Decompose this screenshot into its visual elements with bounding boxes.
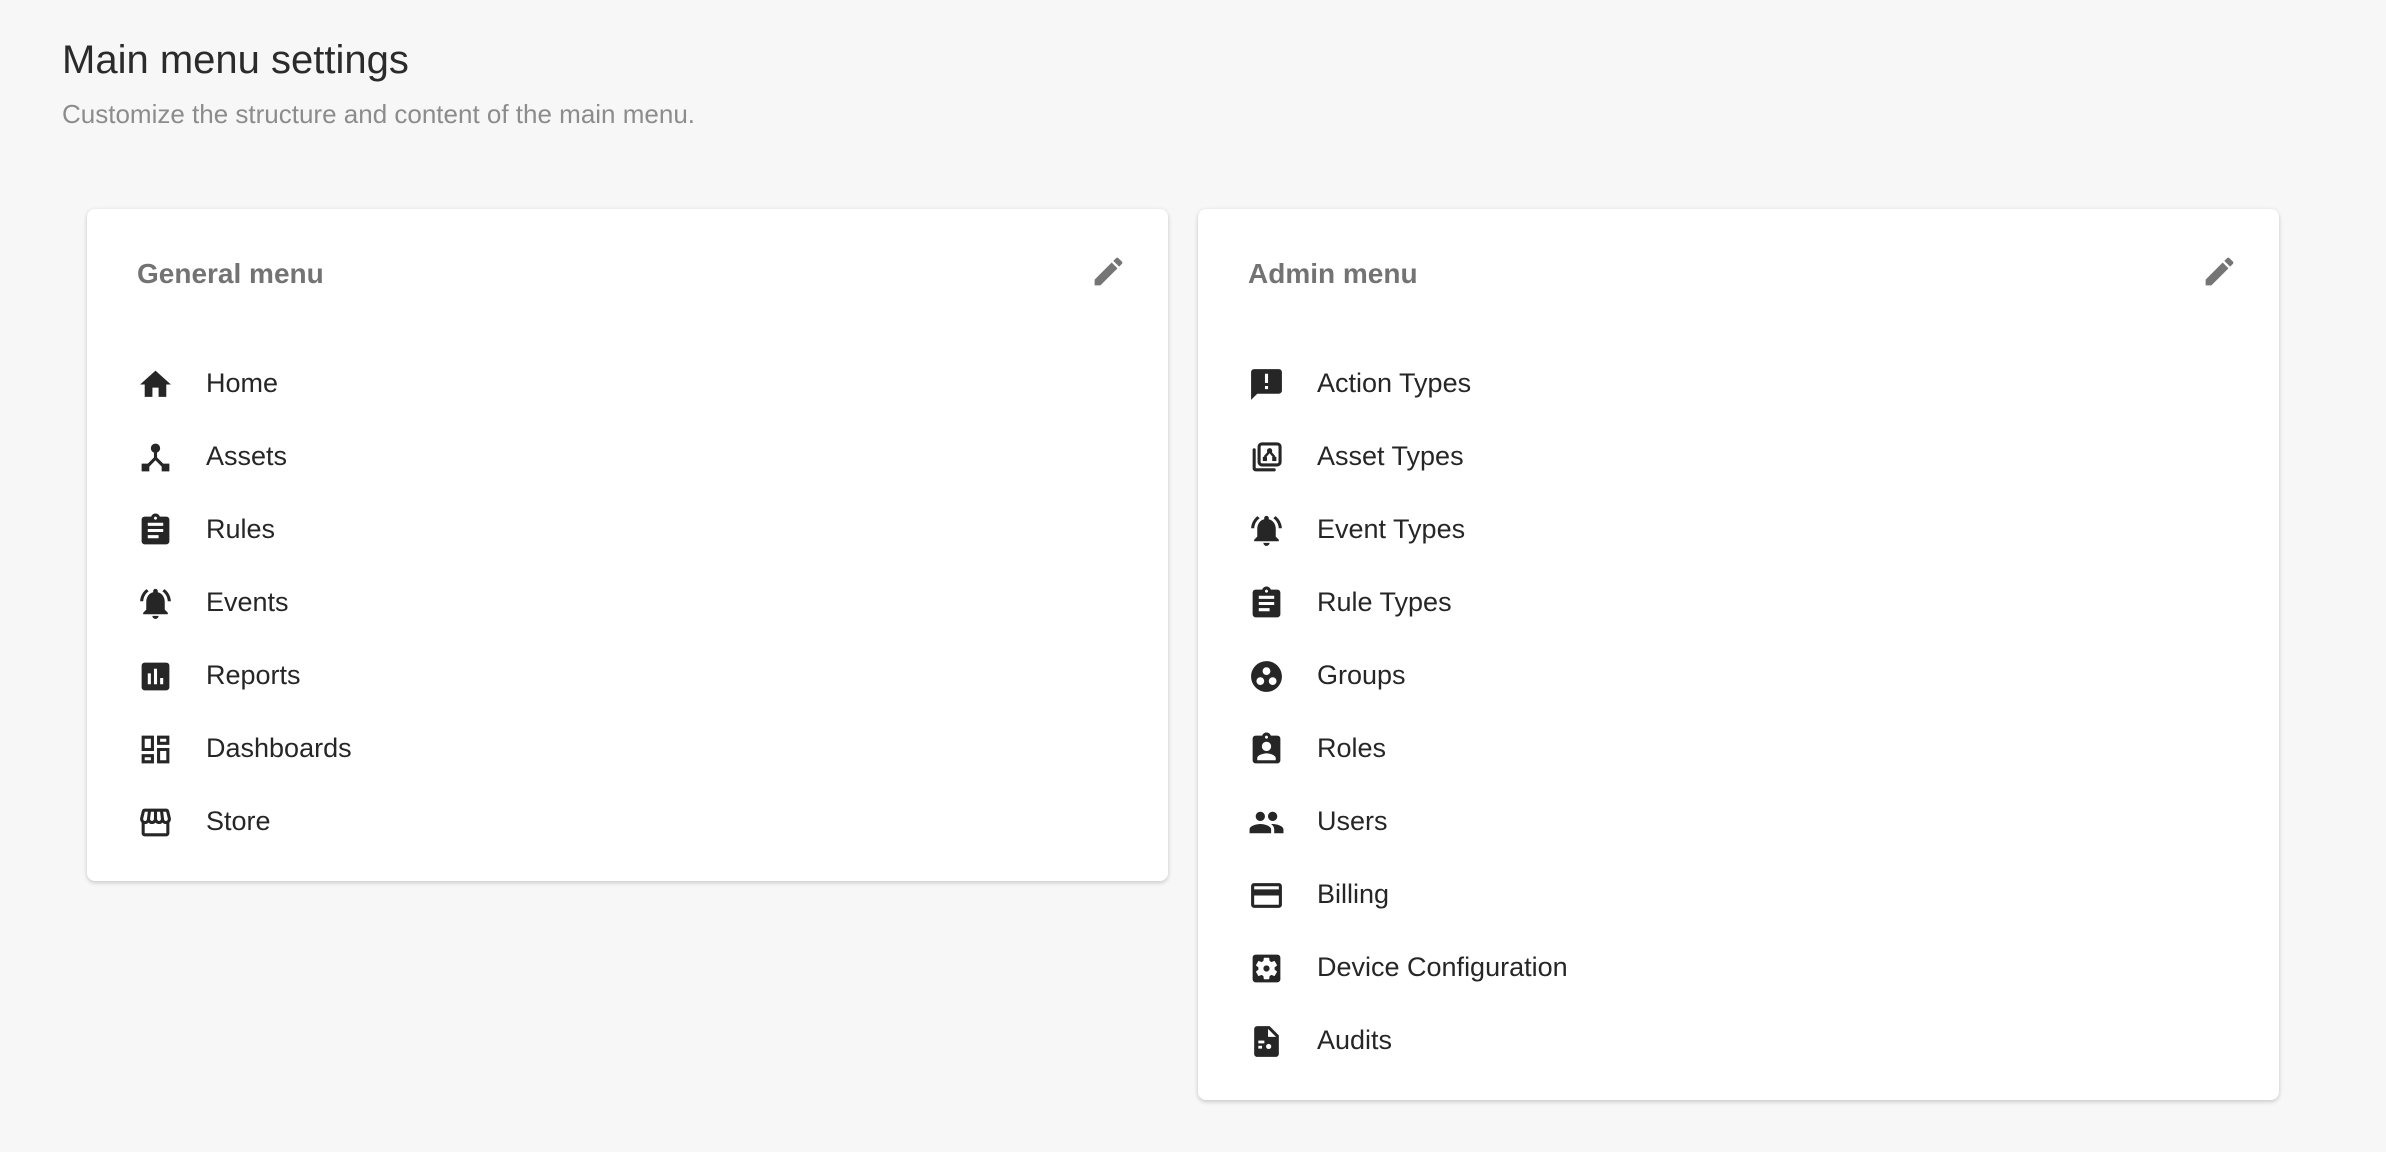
menu-item-events: Events — [137, 567, 1127, 640]
home-icon — [137, 366, 174, 403]
page-header: Main menu settings Customize the structu… — [62, 36, 2386, 131]
badge-person-icon — [1248, 731, 1285, 768]
menu-item-audits: Audits — [1248, 1005, 2238, 1078]
admin-menu-card: Admin menu Action Types Asset Types Event … — [1198, 209, 2279, 1100]
menu-item-label: Action Types — [1317, 370, 1471, 399]
notifications-bell-icon — [137, 585, 174, 622]
admin-menu-list: Action Types Asset Types Event Types Rule T… — [1248, 348, 2238, 1078]
menu-item-label: Store — [206, 808, 271, 837]
menu-item-label: Events — [206, 589, 289, 618]
menu-item-store: Store — [137, 786, 1127, 859]
menu-item-users: Users — [1248, 786, 2238, 859]
menu-item-label: Users — [1317, 808, 1388, 837]
document-search-icon — [1248, 1023, 1285, 1060]
assignment-clipboard-icon — [137, 512, 174, 549]
bar-chart-icon — [137, 658, 174, 695]
menu-item-action-types: Action Types — [1248, 348, 2238, 421]
device-hub-icon — [137, 439, 174, 476]
menu-item-rule-types: Rule Types — [1248, 567, 2238, 640]
menu-cards-row: General menu Home Assets Rules Events Report… — [87, 209, 2386, 1100]
group-work-icon — [1248, 658, 1285, 695]
menu-item-home: Home — [137, 348, 1127, 421]
menu-item-label: Device Configuration — [1317, 954, 1568, 983]
menu-item-label: Asset Types — [1317, 443, 1464, 472]
menu-item-event-types: Event Types — [1248, 494, 2238, 567]
general-menu-card-header: General menu — [137, 257, 1127, 290]
menu-item-label: Assets — [206, 443, 287, 472]
menu-item-groups: Groups — [1248, 640, 2238, 713]
menu-item-label: Rules — [206, 516, 275, 545]
menu-item-label: Billing — [1317, 881, 1389, 910]
credit-card-icon — [1248, 877, 1285, 914]
general-menu-title: General menu — [137, 257, 324, 290]
menu-item-assets: Assets — [137, 421, 1127, 494]
menu-item-device-configuration: Device Configuration — [1248, 932, 2238, 1005]
page-subtitle: Customize the structure and content of t… — [62, 98, 2386, 131]
admin-menu-title: Admin menu — [1248, 257, 1418, 290]
asset-library-icon — [1248, 439, 1285, 476]
assignment-clipboard-icon — [1248, 585, 1285, 622]
announcement-bubble-icon — [1248, 366, 1285, 403]
menu-item-label: Roles — [1317, 735, 1386, 764]
edit-general-menu-button[interactable] — [1090, 253, 1127, 290]
menu-item-label: Audits — [1317, 1027, 1392, 1056]
menu-item-roles: Roles — [1248, 713, 2238, 786]
menu-item-reports: Reports — [137, 640, 1127, 713]
admin-menu-card-header: Admin menu — [1248, 257, 2238, 290]
menu-item-label: Reports — [206, 662, 301, 691]
page-title: Main menu settings — [62, 36, 2386, 84]
settings-gear-box-icon — [1248, 950, 1285, 987]
storefront-icon — [137, 804, 174, 841]
menu-item-dashboards: Dashboards — [137, 713, 1127, 786]
menu-item-billing: Billing — [1248, 859, 2238, 932]
edit-pencil-icon — [1090, 253, 1127, 290]
menu-item-rules: Rules — [137, 494, 1127, 567]
edit-pencil-icon — [2201, 253, 2238, 290]
menu-item-label: Event Types — [1317, 516, 1465, 545]
notifications-bell-icon — [1248, 512, 1285, 549]
menu-item-label: Groups — [1317, 662, 1406, 691]
people-icon — [1248, 804, 1285, 841]
edit-admin-menu-button[interactable] — [2201, 253, 2238, 290]
dashboard-grid-icon — [137, 731, 174, 768]
menu-item-label: Rule Types — [1317, 589, 1452, 618]
general-menu-list: Home Assets Rules Events Reports Dashboards St… — [137, 348, 1127, 859]
menu-item-asset-types: Asset Types — [1248, 421, 2238, 494]
menu-item-label: Dashboards — [206, 735, 352, 764]
general-menu-card: General menu Home Assets Rules Events Report… — [87, 209, 1168, 881]
menu-item-label: Home — [206, 370, 278, 399]
